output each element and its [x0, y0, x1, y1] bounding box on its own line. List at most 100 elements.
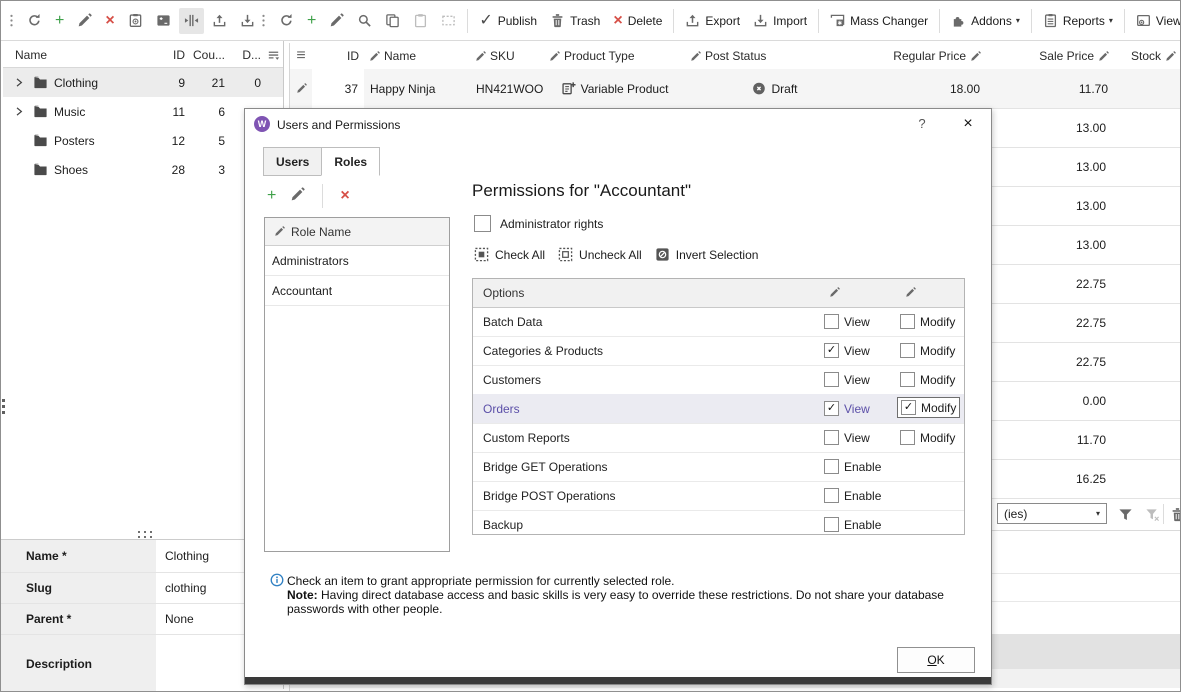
tree-column-d[interactable]: D... [225, 48, 261, 62]
administrator-rights-row[interactable]: Administrator rights [474, 215, 603, 232]
invert-selection-button[interactable]: Invert Selection [655, 247, 759, 262]
permission-modify-cell[interactable]: Modify [897, 311, 958, 332]
tree-column-count[interactable]: Cou... [185, 48, 225, 62]
close-icon[interactable]: × [957, 113, 979, 135]
permission-enable-cell[interactable]: Enable [821, 456, 884, 477]
checkbox[interactable] [824, 430, 839, 445]
field-value[interactable]: clothing [156, 573, 244, 603]
category-row[interactable]: Clothing9210 [3, 68, 283, 97]
checkbox[interactable] [900, 343, 915, 358]
administrator-rights-checkbox[interactable] [474, 215, 491, 232]
reports-button[interactable]: Reports▾ [1038, 8, 1118, 34]
checkbox[interactable] [824, 459, 839, 474]
role-row[interactable]: Accountant [265, 276, 449, 306]
delete-category-button[interactable]: × [100, 8, 119, 34]
cell-col-sku[interactable]: HN421WOO [470, 69, 544, 108]
category-row[interactable]: Music116 [3, 97, 283, 126]
tree-column-id[interactable]: ID [155, 48, 185, 62]
category-row[interactable]: Shoes283 [3, 155, 283, 184]
column-menu-cell[interactable] [261, 48, 283, 63]
fit-columns-button[interactable] [179, 8, 204, 34]
permission-view-cell[interactable]: View [821, 427, 873, 448]
permission-row[interactable]: Categories & Products✓ViewModify [473, 336, 964, 366]
permission-row[interactable]: Custom ReportsViewModify [473, 423, 964, 453]
publish-button[interactable]: ✓Publish [474, 8, 542, 34]
checkbox[interactable] [900, 314, 915, 329]
select-area-button[interactable] [436, 8, 461, 34]
mass-changer-button[interactable]: Mass Changer [825, 8, 933, 34]
permission-row[interactable]: Bridge POST OperationsEnable [473, 481, 964, 511]
permission-modify-cell[interactable]: ✓Modify [897, 397, 960, 418]
edit-category-button[interactable] [72, 8, 97, 34]
check-all-button[interactable]: Check All [474, 247, 545, 262]
permission-enable-cell[interactable]: Enable [821, 485, 884, 506]
edit-role-button[interactable] [290, 187, 305, 205]
panel-splitter-handle[interactable] [1, 398, 6, 418]
expand-arrow-icon[interactable] [15, 77, 27, 88]
checkbox[interactable]: ✓ [901, 400, 916, 415]
header-col-sale-price[interactable]: Sale Price [986, 43, 1114, 69]
permission-modify-cell[interactable]: Modify [897, 340, 958, 361]
checkbox[interactable] [900, 372, 915, 387]
add-role-button[interactable]: + [267, 188, 276, 204]
tab-roles[interactable]: Roles [321, 147, 380, 176]
permission-view-cell[interactable]: ✓View [821, 398, 873, 419]
delete-role-button[interactable]: × [340, 188, 349, 204]
tab-users[interactable]: Users [263, 147, 322, 176]
permission-row[interactable]: Orders✓View✓Modify [473, 394, 964, 424]
category-row[interactable]: Posters125 [3, 126, 283, 155]
permission-row[interactable]: BackupEnable [473, 510, 964, 535]
checkbox[interactable]: ✓ [824, 343, 839, 358]
cell-col-product-type[interactable]: Variable Product [544, 69, 685, 108]
permission-row[interactable]: CustomersViewModify [473, 365, 964, 395]
checkbox[interactable] [824, 488, 839, 503]
view-button[interactable]: View▾ [1131, 8, 1181, 34]
cell-row-marker[interactable] [290, 69, 312, 108]
refresh-categories-button[interactable] [22, 8, 47, 34]
header-col-name[interactable]: Name [364, 43, 470, 69]
field-value[interactable]: Clothing [156, 540, 244, 572]
uncheck-all-button[interactable]: Uncheck All [558, 247, 642, 262]
cell-col-sale-price[interactable]: 11.70 [986, 69, 1114, 108]
delete-filter-button[interactable] [1166, 504, 1181, 524]
add-product-button[interactable]: + [302, 8, 321, 34]
apply-filter-button[interactable] [1114, 504, 1136, 524]
field-value[interactable]: None [156, 604, 244, 634]
header-col-stock[interactable]: Stock [1114, 43, 1181, 69]
header-col-product-type[interactable]: Product Type [544, 43, 685, 69]
permission-modify-cell[interactable]: Modify [897, 369, 958, 390]
paste-button[interactable] [408, 8, 433, 34]
field-value[interactable] [156, 635, 244, 692]
filter-dropdown[interactable]: (ies) ▾ [997, 503, 1107, 524]
permission-view-cell[interactable]: View [821, 369, 873, 390]
tree-column-name[interactable]: Name [15, 48, 155, 62]
import-button[interactable]: Import [748, 8, 812, 34]
header-col-sku[interactable]: SKU [470, 43, 544, 69]
header-col-id[interactable]: ID [312, 43, 364, 69]
preview-button[interactable] [123, 8, 148, 34]
header-col-regular-price[interactable]: Regular Price [864, 43, 986, 69]
delete-button[interactable]: ×Delete [608, 8, 667, 34]
refresh-products-button[interactable] [274, 8, 299, 34]
expand-arrow-icon[interactable] [15, 106, 27, 117]
cell-col-name[interactable]: Happy Ninja [364, 69, 470, 108]
search-button[interactable] [352, 8, 377, 34]
export-categories-button[interactable] [207, 8, 232, 34]
image-button[interactable] [151, 8, 176, 34]
permission-view-cell[interactable]: View [821, 311, 873, 332]
help-button[interactable]: ? [913, 116, 931, 131]
edit-product-button[interactable] [324, 8, 349, 34]
permission-modify-cell[interactable]: Modify [897, 427, 958, 448]
add-category-button[interactable]: + [50, 8, 69, 34]
export-button[interactable]: Export [680, 8, 745, 34]
permission-view-cell[interactable]: ✓View [821, 340, 873, 361]
clear-filter-button[interactable] [1141, 504, 1163, 524]
product-row[interactable]: 37Happy NinjaHN421WOOVariable ProductDra… [290, 69, 1181, 109]
cell-col-id[interactable]: 37 [312, 69, 364, 108]
cell-col-post-status[interactable]: Draft [685, 69, 864, 108]
checkbox[interactable] [824, 517, 839, 532]
ok-button[interactable]: OK [897, 647, 975, 673]
permission-row[interactable]: Batch DataViewModify [473, 307, 964, 337]
checkbox[interactable] [824, 372, 839, 387]
header-row-marker[interactable]: ≡ [290, 43, 312, 69]
